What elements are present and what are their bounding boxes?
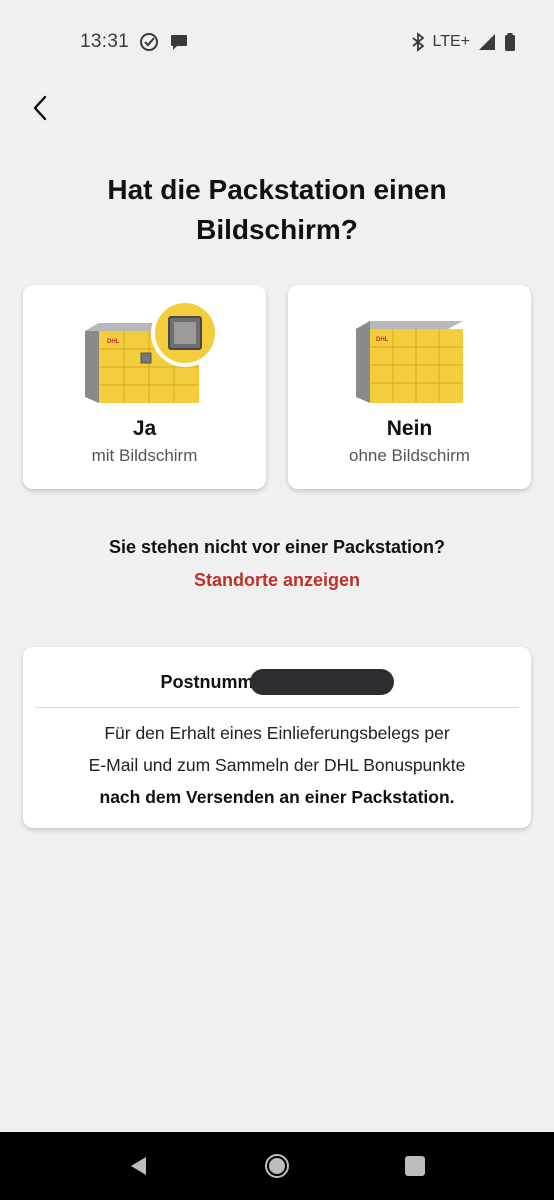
system-nav-bar	[0, 1132, 554, 1200]
packstation-with-screen-illustration: DHL	[23, 293, 266, 408]
status-left: 13:31	[80, 31, 189, 53]
page-title: Hat die Packstation einen Bildschirm?	[107, 174, 447, 245]
option-sublabel-no: ohne Bildschirm	[349, 446, 470, 465]
not-at-station-text: Sie stehen nicht vor einer Packstation?	[108, 537, 446, 557]
nav-back-button[interactable]	[119, 1146, 159, 1186]
chevron-left-icon	[30, 94, 50, 122]
postnummer-label: Postnumm	[160, 671, 254, 692]
recents-square-icon	[404, 1155, 426, 1177]
option-label-no: Nein	[386, 417, 433, 440]
redacted-postnummer	[249, 669, 394, 695]
network-type: LTE+	[432, 33, 471, 50]
info-line-1: Für den Erhalt eines Einlieferungsbelegs…	[104, 723, 450, 743]
check-circle-icon	[139, 32, 159, 52]
status-time: 13:31	[80, 31, 130, 52]
back-button[interactable]	[20, 88, 60, 128]
home-circle-icon	[264, 1153, 290, 1179]
option-label-yes: Ja	[132, 417, 157, 440]
option-card-without-screen[interactable]: DHL Nein ohne Bildschirm	[288, 285, 531, 489]
status-bar: 13:31 LTE+	[0, 0, 554, 84]
bluetooth-icon	[411, 32, 425, 52]
battery-icon	[504, 32, 516, 52]
info-line-2: E-Mail und zum Sammeln der DHL Bonuspunk…	[88, 755, 466, 775]
svg-text:DHL: DHL	[107, 339, 120, 345]
postnummer-row: Postnumm	[23, 669, 531, 695]
signal-icon	[478, 33, 496, 51]
divider	[35, 707, 519, 708]
info-line-3: nach dem Versenden an einer Packstation.	[33, 781, 521, 813]
show-locations-link[interactable]: Standorte anzeigen	[0, 570, 554, 591]
nav-home-button[interactable]	[257, 1146, 297, 1186]
info-description: Für den Erhalt eines Einlieferungsbelegs…	[33, 717, 521, 813]
chat-bubble-icon	[169, 32, 189, 52]
option-sublabel-yes: mit Bildschirm	[91, 446, 198, 465]
nav-recents-button[interactable]	[395, 1146, 435, 1186]
postnummer-info-card: Postnumm Für den Erhalt eines Einlieferu…	[23, 647, 531, 828]
status-right: LTE+	[411, 32, 517, 52]
option-card-with-screen[interactable]: DHL Ja mit Bildschirm	[23, 285, 266, 489]
packstation-without-screen-illustration: DHL	[288, 293, 531, 408]
back-triangle-icon	[128, 1155, 150, 1177]
info-line-3-bold: nach dem Versenden an einer Packstation.	[99, 787, 455, 807]
svg-text:DHL: DHL	[376, 337, 389, 343]
